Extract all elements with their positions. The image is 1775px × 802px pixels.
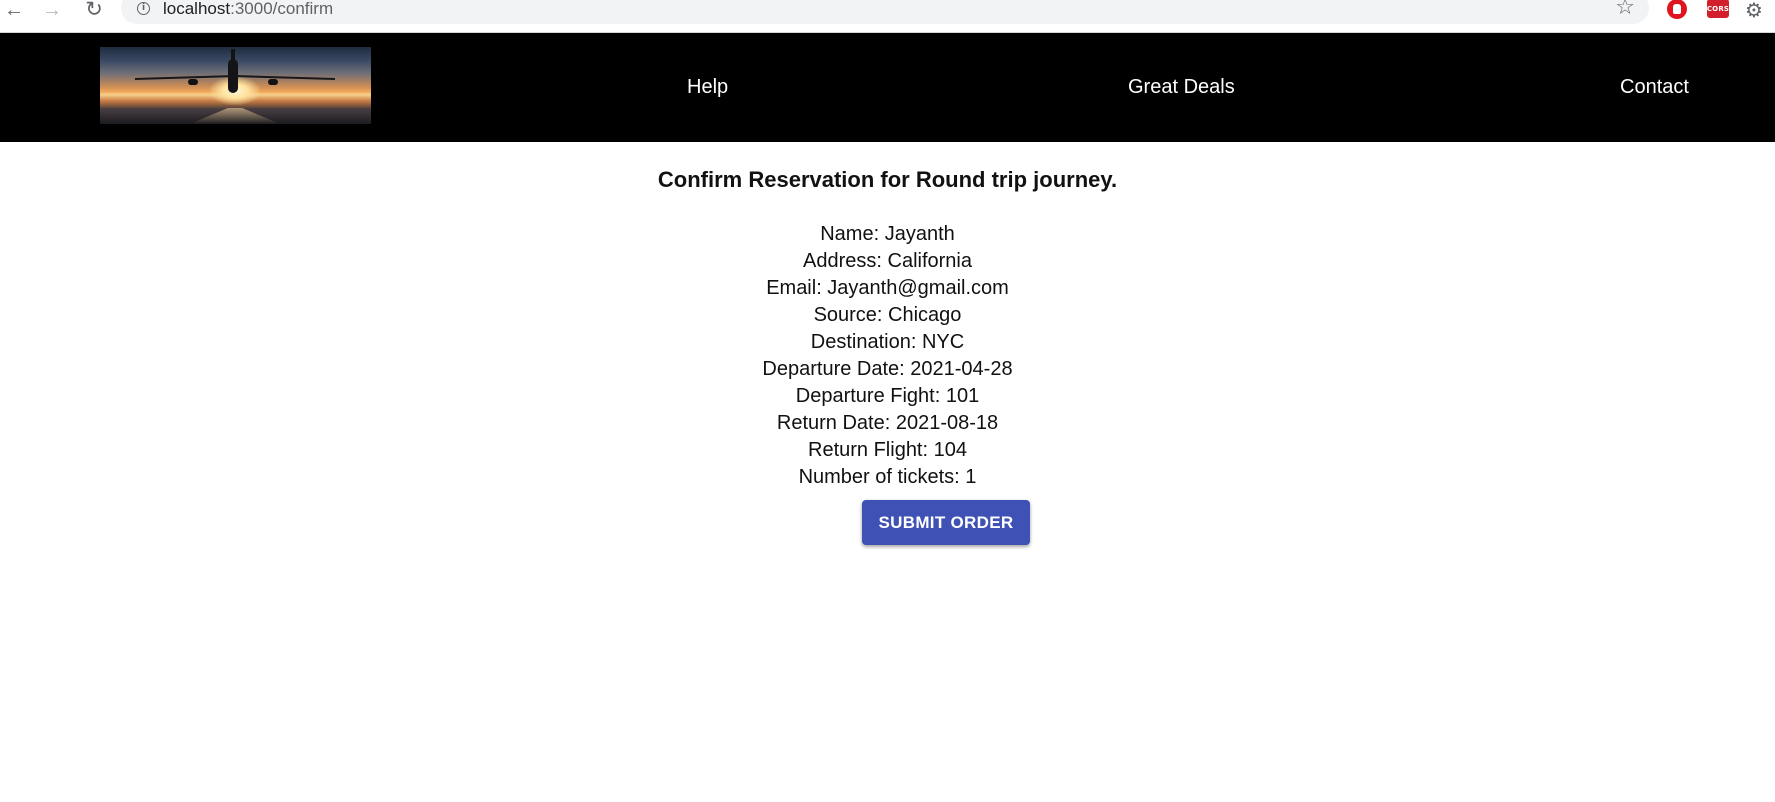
- nav-help-link[interactable]: Help: [687, 75, 728, 99]
- site-header: Help Great Deals Contact: [0, 33, 1775, 142]
- detail-source: Source: Chicago: [813, 304, 962, 326]
- url-path: :3000/confirm: [230, 0, 334, 18]
- page-title: Confirm Reservation for Round trip journ…: [657, 167, 1118, 192]
- back-arrow-icon[interactable]: ←: [2, 0, 26, 20]
- detail-address: Address: California: [803, 250, 972, 272]
- logo-engine: [268, 79, 278, 85]
- detail-ticket-count: Number of tickets: 1: [798, 466, 977, 488]
- cors-extension-icon[interactable]: CORS: [1707, 0, 1729, 18]
- logo-runway: [100, 108, 371, 124]
- detail-return-flight: Return Flight: 104: [808, 439, 967, 461]
- logo-plane-tail: [231, 49, 235, 63]
- reservation-details: Name: Jayanth Address: California Email:…: [0, 221, 1775, 491]
- nav-great-deals-link[interactable]: Great Deals: [1128, 75, 1235, 99]
- url-host: localhost: [163, 0, 231, 18]
- address-bar[interactable]: i localhost:3000/confirm ☆: [121, 0, 1649, 24]
- cors-label: CORS: [1706, 4, 1730, 13]
- reload-icon[interactable]: ↻: [82, 0, 106, 20]
- logo-engine: [188, 79, 198, 85]
- submit-order-button[interactable]: SUBMIT ORDER: [862, 500, 1030, 545]
- airplane-logo[interactable]: [100, 47, 371, 124]
- detail-destination: Destination: NYC: [810, 331, 965, 353]
- block-extension-icon[interactable]: [1667, 0, 1687, 19]
- browser-toolbar: ← → ↻ i localhost:3000/confirm ☆ CORS ⚙: [0, 0, 1775, 33]
- detail-name: Name: Jayanth: [820, 223, 955, 245]
- nav-contact-link[interactable]: Contact: [1620, 75, 1689, 99]
- logo-plane-body: [228, 59, 238, 93]
- detail-departure-flight: Departure Fight: 101: [795, 385, 980, 407]
- url-text[interactable]: localhost:3000/confirm: [163, 0, 333, 19]
- bookmark-star-icon[interactable]: ☆: [1615, 0, 1635, 18]
- detail-email: Email: Jayanth@gmail.com: [766, 277, 1009, 299]
- detail-return-date: Return Date: 2021-08-18: [776, 412, 999, 434]
- puzzle-extension-icon[interactable]: ⚙: [1743, 0, 1765, 22]
- forward-arrow-icon[interactable]: →: [40, 0, 64, 20]
- info-icon[interactable]: i: [137, 2, 150, 15]
- detail-departure-date: Departure Date: 2021-04-28: [762, 358, 1013, 380]
